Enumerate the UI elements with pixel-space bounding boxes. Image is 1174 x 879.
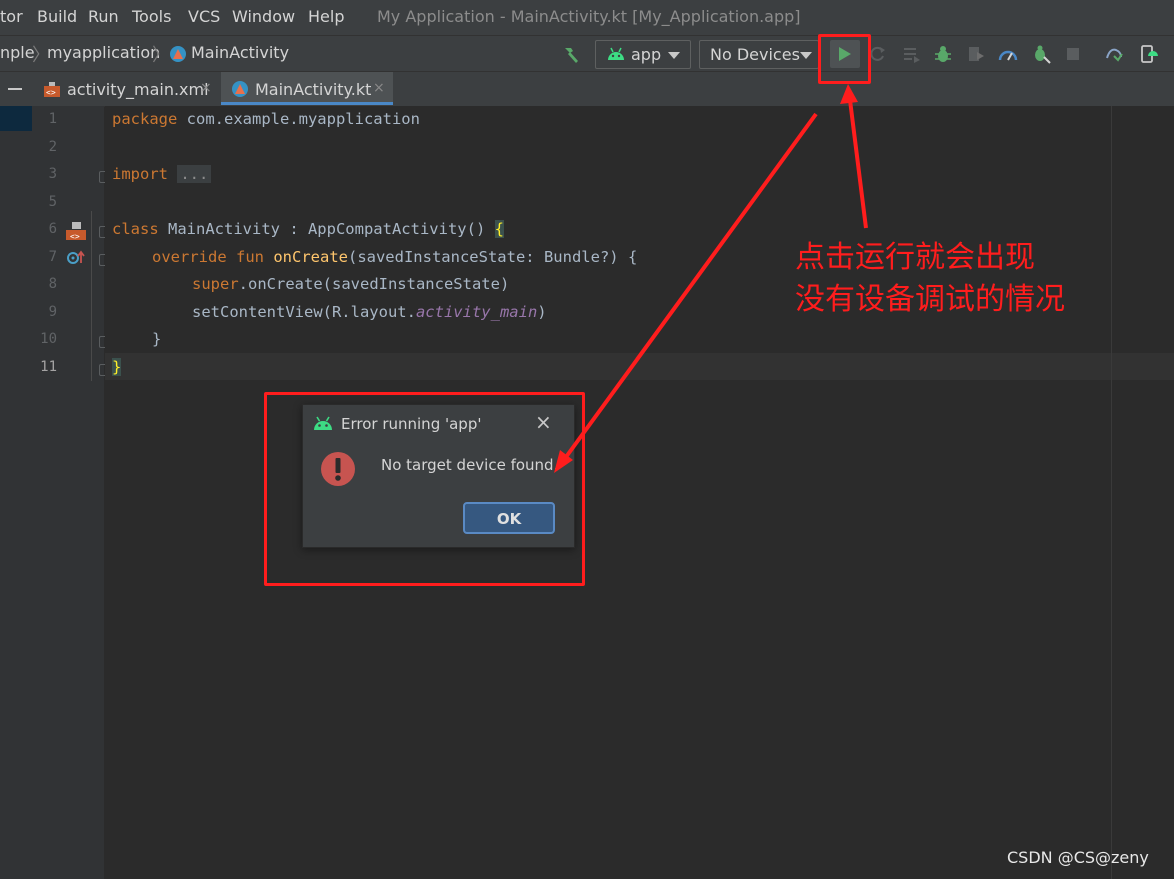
- breadcrumb-project[interactable]: nple: [0, 43, 35, 62]
- breadcrumb-file[interactable]: MainActivity: [191, 43, 289, 62]
- dialog-title: Error running 'app': [341, 415, 482, 433]
- code-line-7: override fun onCreate(savedInstanceState…: [152, 248, 637, 266]
- kotlin-class-icon: [232, 81, 248, 97]
- menu-vcs[interactable]: VCS: [188, 7, 220, 26]
- navigation-bar: nple 〉 myapplication 〉 MainActivity app …: [0, 35, 1174, 72]
- tab-mainactivity-kt[interactable]: MainActivity.kt ×: [221, 72, 393, 105]
- code-line-8: super.onCreate(savedInstanceState): [192, 275, 509, 293]
- keyword: package: [112, 110, 178, 128]
- layout-preview-icon[interactable]: <>: [65, 221, 87, 241]
- error-dialog: Error running 'app' × No target device f…: [302, 404, 575, 548]
- error-icon: [321, 452, 355, 486]
- line-number: 2: [48, 139, 57, 155]
- profiler-icon[interactable]: [998, 44, 1018, 64]
- matched-brace: }: [112, 358, 122, 376]
- code-line-6: class MainActivity : AppCompatActivity()…: [112, 220, 504, 238]
- keyword: override fun: [152, 248, 264, 266]
- rerun-icon[interactable]: [868, 44, 888, 64]
- menu-editor[interactable]: tor: [0, 7, 23, 26]
- code-text: ): [537, 303, 547, 321]
- code-text: com.example.myapplication: [177, 110, 420, 128]
- menu-help[interactable]: Help: [308, 7, 344, 26]
- chevron-down-icon: [800, 52, 812, 59]
- svg-text:<>: <>: [46, 88, 56, 97]
- code-text: }: [152, 330, 162, 348]
- matched-brace: {: [494, 220, 504, 238]
- run-button-highlight-box: [818, 34, 871, 84]
- scope-guide: [91, 211, 92, 381]
- run-config-dropdown[interactable]: app: [595, 40, 691, 69]
- selected-row: [0, 106, 32, 131]
- current-line-highlight: [105, 353, 1174, 380]
- tab-label: activity_main.xml: [67, 80, 209, 99]
- project-panel-strip: [0, 106, 32, 879]
- resource-name: activity_main: [415, 303, 538, 321]
- annotation-text-line2: 没有设备调试的情况: [795, 282, 1065, 317]
- android-icon: [314, 416, 332, 430]
- line-number: 9: [48, 304, 57, 320]
- run-config-label: app: [631, 45, 662, 64]
- code-text: (savedInstanceState: Bundle?) {: [347, 248, 638, 266]
- code-line-10: }: [152, 330, 161, 348]
- close-icon[interactable]: ×: [373, 80, 385, 96]
- line-number: 6: [48, 221, 57, 237]
- menu-build[interactable]: Build: [37, 7, 77, 26]
- ok-button[interactable]: OK: [463, 502, 555, 534]
- apply-changes-icon[interactable]: [902, 44, 922, 64]
- editor-gutter: 1 2 3 5 6 7 8 9 10 11 <>: [32, 106, 109, 879]
- close-icon[interactable]: ×: [200, 80, 212, 96]
- sync-gradle-icon[interactable]: [1104, 44, 1124, 64]
- tab-activity-main-xml[interactable]: <> activity_main.xml ×: [33, 72, 218, 105]
- line-number: 3: [48, 166, 57, 182]
- function-name: onCreate: [273, 248, 348, 266]
- menu-window[interactable]: Window: [232, 7, 295, 26]
- code-text: .onCreate(savedInstanceState): [238, 275, 510, 293]
- dialog-message: No target device found.: [381, 456, 559, 474]
- menu-tools[interactable]: Tools: [132, 7, 171, 26]
- xml-layout-icon: <>: [44, 82, 60, 97]
- chevron-down-icon: [668, 52, 680, 59]
- keyword: class: [112, 220, 159, 238]
- watermark: CSDN @CS@zeny: [1007, 848, 1149, 867]
- folded-imports[interactable]: ...: [177, 165, 212, 183]
- chevron-right-icon: 〉: [152, 45, 170, 66]
- breadcrumb-package[interactable]: myapplication: [47, 43, 160, 62]
- code-line-9: setContentView(R.layout.activity_main): [192, 303, 547, 321]
- menu-bar: tor Build Run Tools VCS Window Help My A…: [0, 0, 1174, 35]
- debug-icon[interactable]: [933, 44, 953, 64]
- attach-debugger-icon[interactable]: [1031, 44, 1051, 64]
- tab-label: MainActivity.kt: [255, 80, 372, 99]
- menu-run[interactable]: Run: [88, 7, 119, 26]
- code-text: MainActivity : AppCompatActivity(): [158, 220, 495, 238]
- editor-tab-bar: <> activity_main.xml × MainActivity.kt ×: [0, 71, 1174, 107]
- keyword: import: [112, 165, 168, 183]
- override-method-icon[interactable]: [66, 250, 86, 266]
- line-number: 7: [48, 249, 57, 265]
- device-label: No Devices: [710, 45, 800, 64]
- stop-icon[interactable]: [1063, 44, 1083, 64]
- line-number: 10: [40, 331, 57, 347]
- code-text: setContentView(R.layout.: [192, 303, 416, 321]
- code-line-3: import ...: [112, 165, 212, 183]
- right-margin-guide: [1111, 106, 1112, 879]
- kotlin-class-icon: [170, 46, 186, 62]
- keyword: super: [192, 275, 239, 293]
- hammer-icon[interactable]: [561, 44, 581, 64]
- line-number: 5: [48, 194, 57, 210]
- close-icon[interactable]: ×: [535, 410, 552, 434]
- device-manager-icon[interactable]: [1138, 44, 1158, 64]
- line-number: 11: [40, 359, 57, 375]
- svg-text:<>: <>: [70, 232, 80, 241]
- device-dropdown[interactable]: No Devices: [699, 40, 819, 69]
- code-line-1: package com.example.myapplication: [112, 110, 420, 128]
- line-number: 1: [48, 111, 57, 127]
- minimize-icon[interactable]: [8, 88, 22, 90]
- code-line-11: }: [112, 358, 122, 376]
- annotation-text-line1: 点击运行就会出现: [795, 240, 1035, 275]
- coverage-icon[interactable]: [966, 44, 986, 64]
- android-icon: [608, 47, 624, 60]
- line-number: 8: [48, 276, 57, 292]
- window-title: My Application - MainActivity.kt [My_App…: [377, 7, 801, 26]
